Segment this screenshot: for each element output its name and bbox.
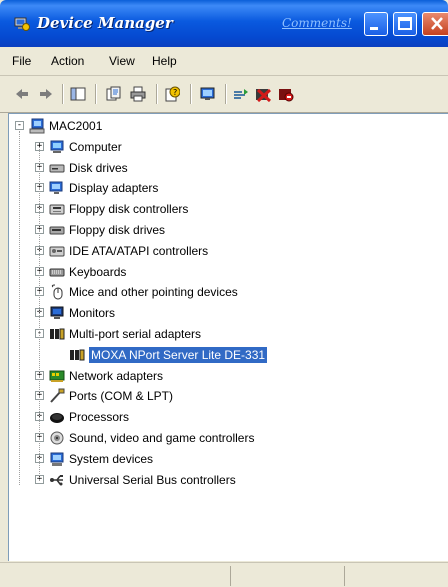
serial-adapter-icon xyxy=(49,326,65,342)
tree-item[interactable]: + Processors xyxy=(9,408,439,426)
help-icon[interactable]: ? xyxy=(164,86,180,102)
tree-item-label: Sound, video and game controllers xyxy=(69,431,255,445)
keyboard-icon xyxy=(49,264,65,280)
collapse-toggle[interactable]: - xyxy=(15,121,24,130)
floppy-drive-icon xyxy=(49,222,65,238)
tree-item[interactable]: + Display adapters xyxy=(9,179,439,197)
tree-item[interactable]: + Keyboards xyxy=(9,263,439,281)
minimize-icon xyxy=(370,27,378,30)
toolbar: ? xyxy=(0,76,448,113)
menu-file[interactable]: File xyxy=(12,54,31,68)
maximize-button[interactable] xyxy=(393,12,417,36)
computer-icon xyxy=(29,118,45,134)
tree-item[interactable]: + Universal Serial Bus controllers xyxy=(9,471,439,489)
computer-icon xyxy=(49,139,65,155)
tree-item-label: Computer xyxy=(69,139,122,154)
floppy-controller-icon xyxy=(49,201,65,217)
tree-item-label: IDE ATA/ATAPI controllers xyxy=(69,243,209,258)
tree-item-label: Multi-port serial adapters xyxy=(69,327,202,341)
tree-item[interactable]: + Disk drives xyxy=(9,159,439,177)
tree-item-label: Mice and other pointing devices xyxy=(69,285,238,300)
title-bar[interactable]: Device Manager Comments! xyxy=(0,0,448,47)
tree-item-label: Display adapters xyxy=(69,181,159,196)
tree-item[interactable]: + Floppy disk controllers xyxy=(9,200,439,218)
network-adapter-icon xyxy=(49,368,65,384)
monitor-icon xyxy=(49,305,65,321)
tree-connector xyxy=(19,131,20,485)
status-bar xyxy=(0,562,448,587)
device-manager-window: Device Manager Comments! File Action Vie… xyxy=(0,0,448,587)
sound-icon xyxy=(49,430,65,446)
properties-icon[interactable] xyxy=(105,86,121,102)
window-title: Device Manager xyxy=(37,14,173,32)
tree-item-label: Floppy disk drives xyxy=(69,223,166,237)
tree-item[interactable]: - Multi-port serial adapters xyxy=(9,325,439,343)
toolbar-separator xyxy=(95,84,97,104)
toolbar-separator xyxy=(225,84,227,104)
device-manager-icon xyxy=(14,17,30,31)
menu-help[interactable]: Help xyxy=(152,54,177,68)
ide-controller-icon xyxy=(49,243,65,259)
print-icon[interactable] xyxy=(130,86,146,102)
tree-item[interactable]: + Monitors xyxy=(9,304,439,322)
serial-adapter-icon xyxy=(69,347,85,363)
maximize-icon xyxy=(398,17,412,30)
usb-icon xyxy=(49,472,65,488)
mouse-icon xyxy=(49,284,65,300)
tree-item-label: Ports (COM & LPT) xyxy=(69,389,174,404)
tree-item[interactable]: + Floppy disk drives xyxy=(9,221,439,239)
svg-text:?: ? xyxy=(173,88,177,97)
tree-item[interactable]: + Mice and other pointing devices xyxy=(9,283,439,301)
tree-connector xyxy=(39,146,40,480)
toolbar-separator xyxy=(190,84,192,104)
scan-hardware-icon[interactable] xyxy=(200,86,216,102)
system-device-icon xyxy=(49,451,65,467)
tree-item[interactable]: + System devices xyxy=(9,450,439,468)
tree-item-label: Network adapters xyxy=(69,368,164,383)
display-adapter-icon xyxy=(49,180,65,196)
disable-device-icon[interactable] xyxy=(278,86,294,102)
tree-item-label: MOXA NPort Server Lite DE-331 xyxy=(89,346,268,363)
tree-item-label: MAC2001 xyxy=(49,119,103,133)
tree-item-label: Floppy disk controllers xyxy=(69,202,189,217)
port-icon xyxy=(49,388,65,404)
tree-item-label: Disk drives xyxy=(69,160,128,175)
tree-item[interactable]: + IDE ATA/ATAPI controllers xyxy=(9,242,439,260)
tree-item-label: System devices xyxy=(69,451,154,466)
close-button[interactable] xyxy=(422,12,448,36)
back-arrow-icon[interactable] xyxy=(14,86,30,102)
comments-link[interactable]: Comments! xyxy=(282,16,352,30)
tree-item[interactable]: + Computer xyxy=(9,138,439,156)
update-driver-icon[interactable] xyxy=(233,86,249,102)
tree-item-selected[interactable]: MOXA NPort Server Lite DE-331 xyxy=(9,346,439,364)
uninstall-icon[interactable] xyxy=(255,86,271,102)
tree-item-label: Universal Serial Bus controllers xyxy=(69,472,236,487)
minimize-button[interactable] xyxy=(364,12,388,36)
tree-item[interactable]: + Ports (COM & LPT) xyxy=(9,387,439,405)
tree-item-label: Monitors xyxy=(69,306,116,321)
toolbar-separator xyxy=(62,84,64,104)
tree-root-computer[interactable]: - MAC2001 xyxy=(9,117,439,135)
status-separator xyxy=(344,566,345,586)
menu-bar: File Action View Help xyxy=(0,47,448,76)
toolbar-separator xyxy=(156,84,158,104)
menu-action[interactable]: Action xyxy=(51,54,84,68)
show-hide-console-tree-icon[interactable] xyxy=(70,86,86,102)
forward-arrow-icon[interactable] xyxy=(38,86,54,102)
processor-icon xyxy=(49,409,65,425)
device-tree[interactable]: - MAC2001 + Computer + Disk drives + Display ad… xyxy=(8,113,448,561)
status-separator xyxy=(230,566,231,586)
disk-drive-icon xyxy=(49,160,65,176)
tree-item-label: Processors xyxy=(69,410,130,425)
close-icon xyxy=(431,17,443,30)
tree-item[interactable]: + Network adapters xyxy=(9,367,439,385)
menu-view[interactable]: View xyxy=(109,54,135,68)
tree-item-label: Keyboards xyxy=(69,264,127,279)
tree-item[interactable]: + Sound, video and game controllers xyxy=(9,429,439,447)
